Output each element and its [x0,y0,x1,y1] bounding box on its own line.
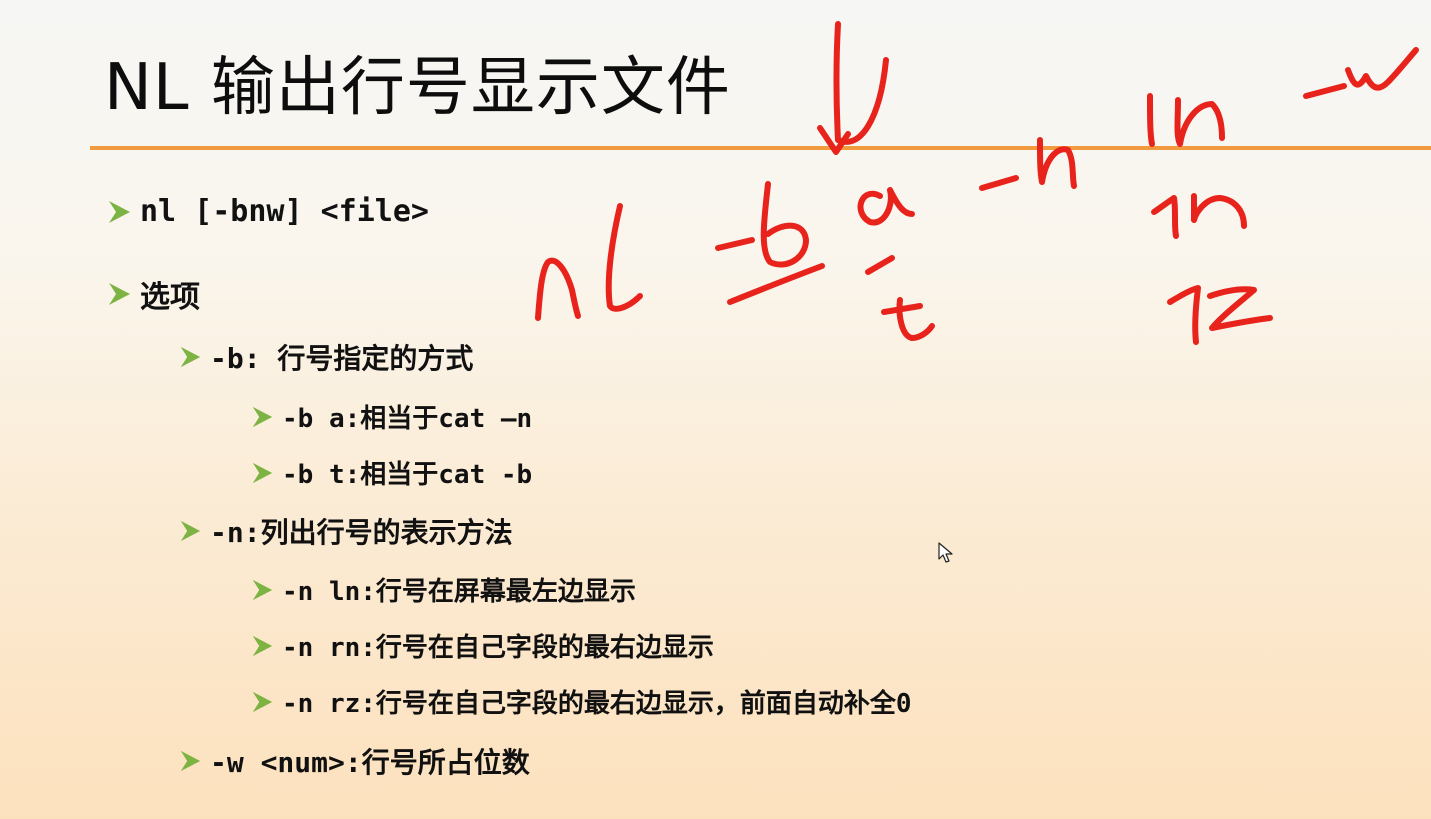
handwritten-annotation [535,21,1419,345]
mouse-cursor-icon [938,542,953,563]
